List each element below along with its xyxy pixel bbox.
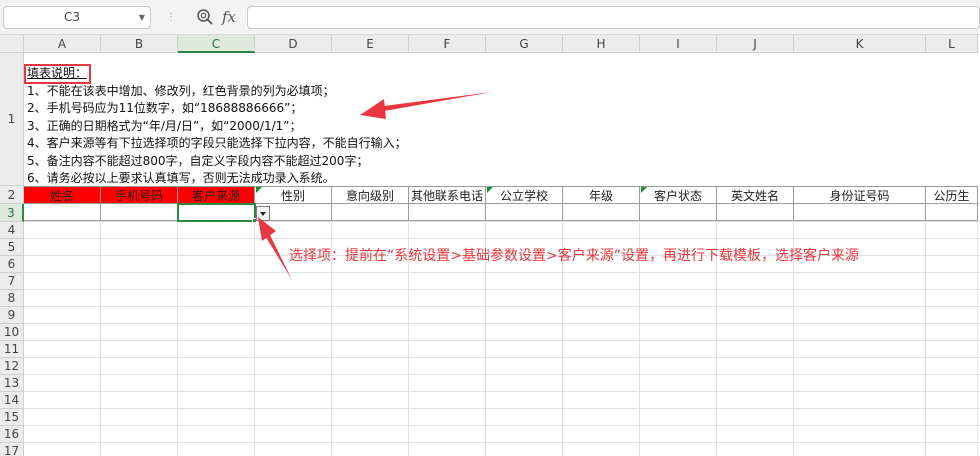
- header-cell[interactable]: 公历生: [926, 186, 978, 204]
- gridline: [24, 238, 980, 239]
- row-header[interactable]: 16: [0, 426, 24, 443]
- row-header[interactable]: 15: [0, 409, 24, 426]
- table-cell[interactable]: [409, 204, 486, 221]
- gridline: [24, 442, 980, 443]
- gridline: [24, 289, 980, 290]
- instruction-line: 1、不能在该表中增加、修改列，红色背景的列为必填项；: [27, 83, 335, 98]
- column-header[interactable]: E: [332, 35, 409, 53]
- header-cell[interactable]: 年级: [563, 186, 640, 204]
- table-cell[interactable]: [486, 204, 563, 221]
- header-cell[interactable]: 英文姓名: [717, 186, 794, 204]
- header-cell[interactable]: 公立学校: [486, 186, 563, 204]
- formula-bar: C3 ▼ ⋮ fx: [0, 0, 980, 35]
- gridline: [24, 272, 980, 273]
- drag-handle-icon[interactable]: ⋮: [166, 13, 186, 23]
- header-cell[interactable]: 其他联系电话: [409, 186, 486, 204]
- row-header[interactable]: 1: [0, 53, 24, 186]
- table-cell[interactable]: [563, 204, 640, 221]
- header-cell[interactable]: 手机号码: [101, 186, 178, 204]
- column-header[interactable]: B: [101, 35, 178, 53]
- gridline: [24, 425, 980, 426]
- row-header[interactable]: 7: [0, 273, 24, 290]
- gridline: [24, 357, 980, 358]
- table-cell[interactable]: [332, 204, 409, 221]
- formula-input[interactable]: [247, 6, 980, 29]
- chevron-down-icon[interactable]: ▼: [137, 7, 147, 28]
- name-box-value: C3: [63, 10, 80, 24]
- row-header[interactable]: 3: [0, 204, 24, 222]
- table-cell[interactable]: [794, 204, 926, 221]
- title-highlight-box: [24, 64, 91, 84]
- column-header[interactable]: C: [178, 35, 255, 53]
- instruction-line: 3、正确的日期格式为“年/月/日”，如“2000/1/1”；: [27, 118, 302, 133]
- gridline: [24, 221, 980, 222]
- row-header[interactable]: 13: [0, 375, 24, 392]
- header-cell[interactable]: 客户来源: [178, 186, 255, 204]
- active-cell-selection[interactable]: [177, 203, 256, 222]
- column-header[interactable]: D: [255, 35, 332, 53]
- dropdown-button[interactable]: [256, 206, 270, 221]
- comment-indicator-icon[interactable]: [641, 187, 647, 193]
- row-header[interactable]: 8: [0, 290, 24, 307]
- header-cell[interactable]: 意向级别: [332, 186, 409, 204]
- chevron-down-icon: [260, 212, 266, 216]
- column-header[interactable]: A: [24, 35, 101, 53]
- header-cell[interactable]: 客户状态: [640, 186, 717, 204]
- comment-indicator-icon[interactable]: [256, 187, 262, 193]
- row-header[interactable]: 11: [0, 341, 24, 358]
- row-header[interactable]: 4: [0, 222, 24, 239]
- table-cell[interactable]: [101, 204, 178, 221]
- gridline: [24, 340, 980, 341]
- instruction-line: 5、备注内容不能超过800字，自定义字段内容不能超过200字；: [27, 153, 369, 168]
- gridline: [24, 306, 980, 307]
- instruction-line: 2、手机号码应为11位数字，如“18688886666”；: [27, 101, 303, 115]
- annotation-text: 选择项：提前在“系统设置>基础参数设置>客户来源”设置，再进行下载模板，选择客户…: [289, 248, 859, 264]
- select-all-corner[interactable]: [0, 35, 24, 53]
- row-header[interactable]: 12: [0, 358, 24, 375]
- instruction-line: 4、客户来源等有下拉选择项的字段只能选择下拉内容，不能自行输入；: [27, 136, 407, 150]
- zoom-icon[interactable]: [196, 8, 214, 26]
- gridline: [24, 391, 980, 392]
- column-header[interactable]: I: [640, 35, 717, 53]
- table-cell[interactable]: [640, 204, 717, 221]
- gridline: [24, 323, 980, 324]
- gridline: [24, 374, 980, 375]
- header-cell[interactable]: 性别: [255, 186, 332, 204]
- instruction-line: 6、请务必按以上要求认真填写，否则无法成功录入系统。: [27, 171, 335, 185]
- column-header[interactable]: L: [926, 35, 978, 53]
- row-header[interactable]: 10: [0, 324, 24, 341]
- table-cell[interactable]: [926, 204, 978, 221]
- column-header[interactable]: J: [717, 35, 794, 53]
- column-header[interactable]: G: [486, 35, 563, 53]
- row-header[interactable]: 2: [0, 186, 24, 204]
- fx-icon[interactable]: fx: [222, 7, 242, 27]
- header-cell[interactable]: 身份证号码: [794, 186, 926, 204]
- row-header[interactable]: 14: [0, 392, 24, 409]
- table-cell[interactable]: [717, 204, 794, 221]
- comment-indicator-icon[interactable]: [487, 187, 493, 193]
- row-header[interactable]: 9: [0, 307, 24, 324]
- name-box[interactable]: C3 ▼: [3, 6, 151, 29]
- row-header[interactable]: 5: [0, 239, 24, 256]
- header-cell[interactable]: 姓名: [24, 186, 101, 204]
- column-header[interactable]: H: [563, 35, 640, 53]
- instructions: 填表说明： 1、不能在该表中增加、修改列，红色背景的列为必填项； 2、手机号码应…: [27, 65, 587, 188]
- column-header[interactable]: K: [794, 35, 926, 53]
- gridline: [24, 408, 980, 409]
- row-header[interactable]: 6: [0, 256, 24, 273]
- column-header[interactable]: F: [409, 35, 486, 53]
- row-header[interactable]: 17: [0, 443, 24, 456]
- table-cell[interactable]: [24, 204, 101, 221]
